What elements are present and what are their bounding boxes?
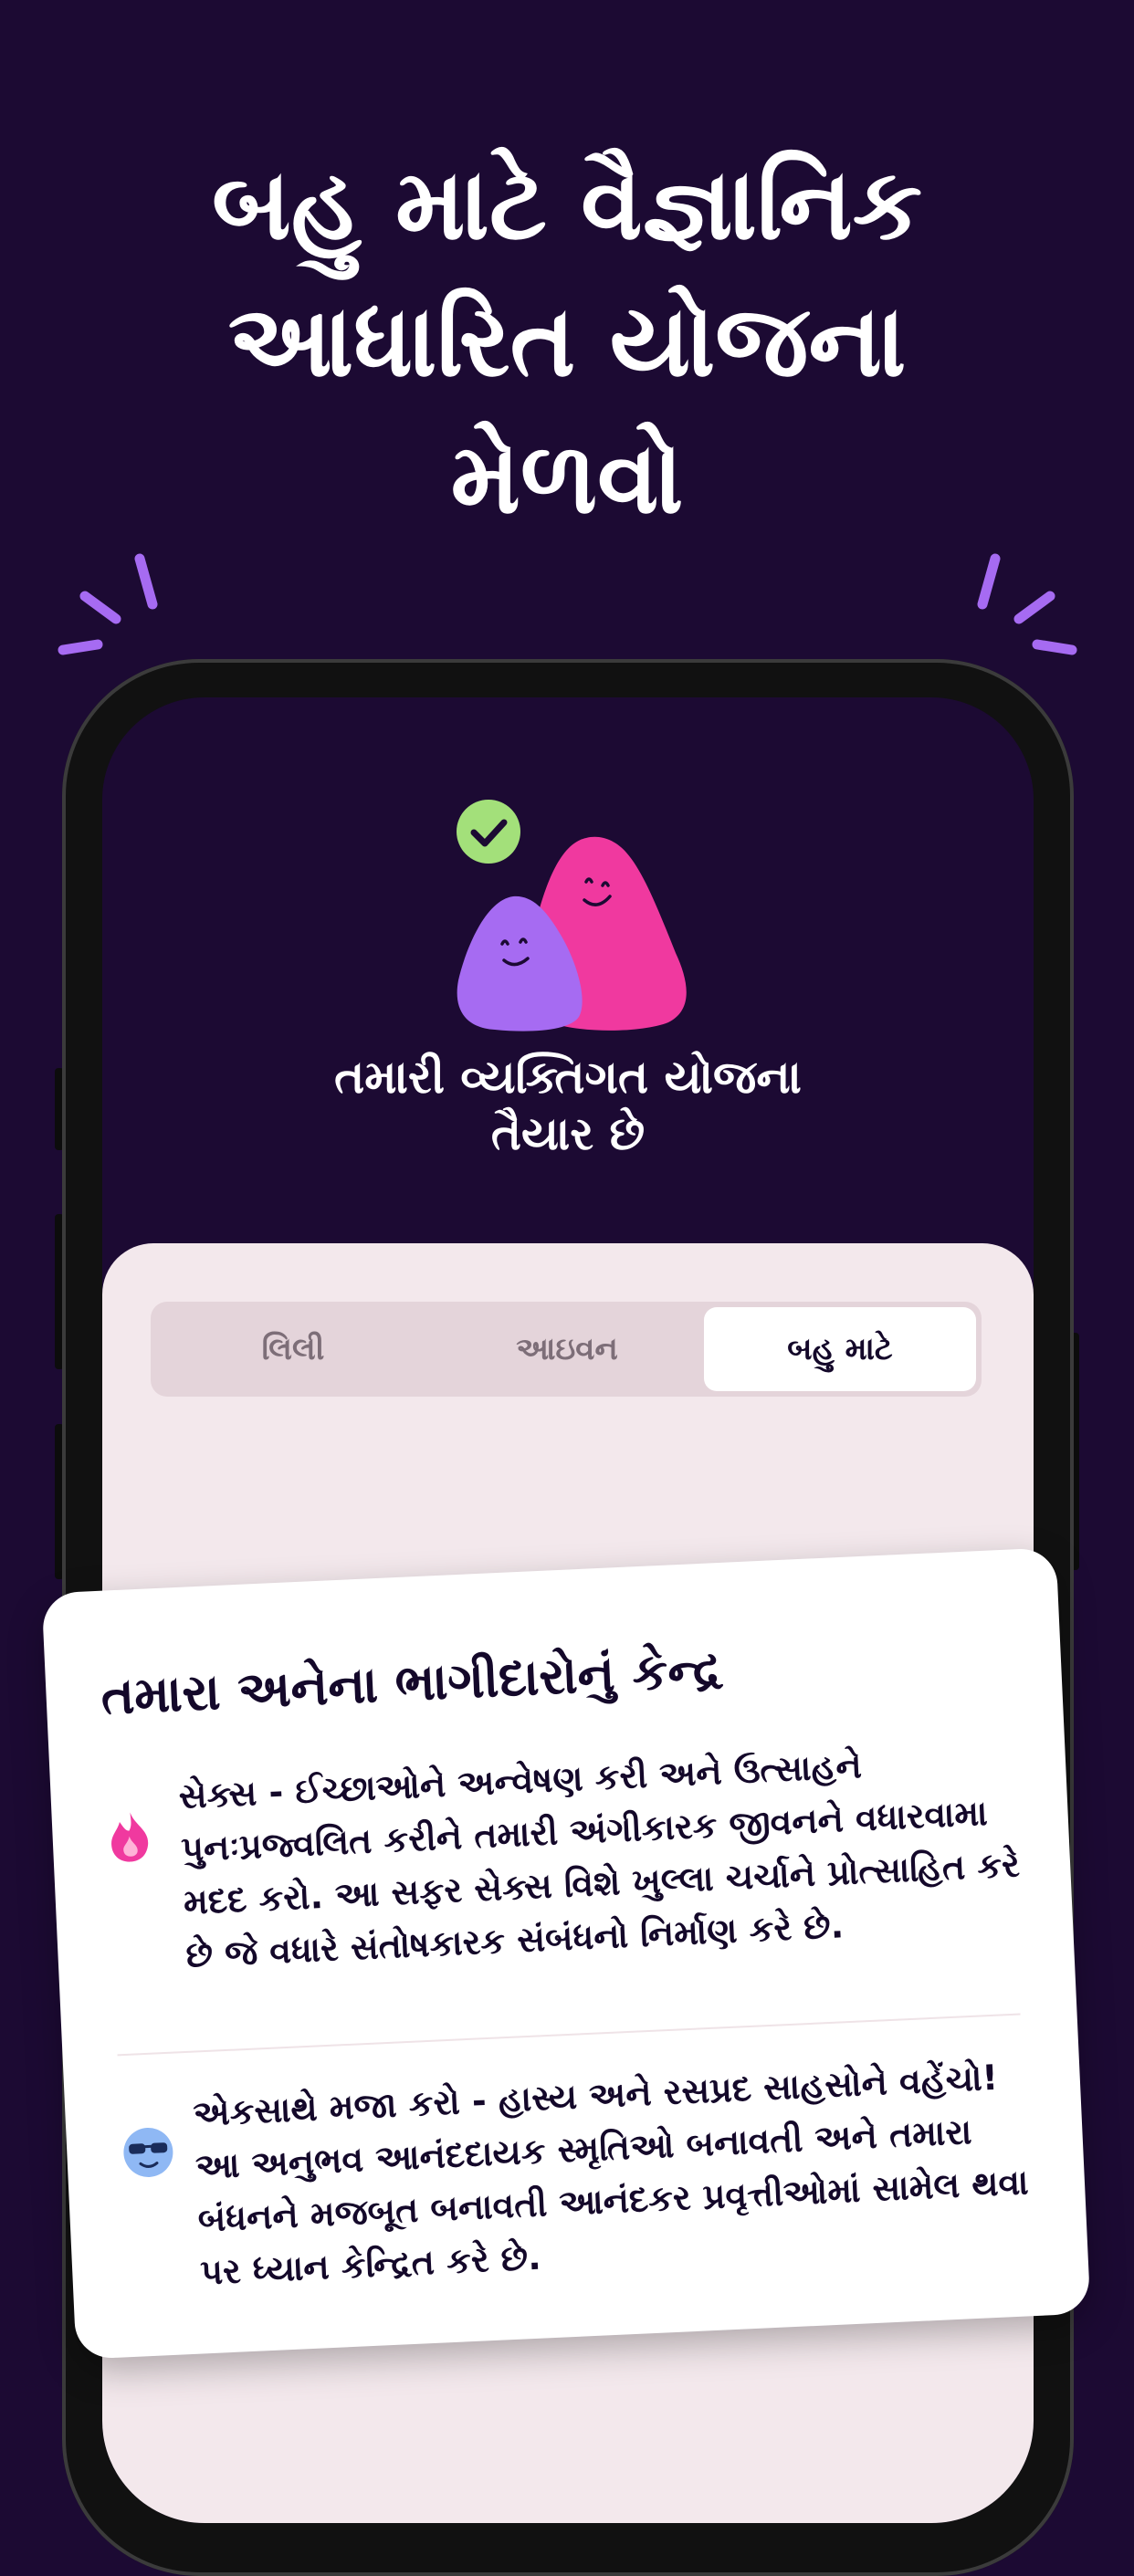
plan-ready-line-1: તમારી વ્યક્તિગત યોજના <box>334 1051 802 1104</box>
left-sparkle-icon <box>58 553 158 655</box>
tab-ivan[interactable]: આઇવન <box>430 1307 704 1391</box>
focus-item-text: સેક્સ - ઈચ્છાઓને અન્વેષણ કરી અને ઉત્સાહન… <box>177 1745 1021 1975</box>
tab-lili[interactable]: લિલી <box>156 1307 430 1391</box>
plan-ready-line-2: તૈયાર છે <box>490 1107 646 1160</box>
card-divider <box>117 2013 1021 2057</box>
focus-item-sex: સેક્સ - ઈચ્છાઓને અન્વેષણ કરી અને ઉત્સાહન… <box>105 1732 1021 1975</box>
plan-tabs: લિલી આઇવન બહુ માટે <box>151 1302 982 1397</box>
check-icon <box>457 800 520 864</box>
headline: બહુ માટે વૈજ્ઞાનિક આધારિત યોજના મેળવો <box>0 137 1134 548</box>
plan-ready-title: તમારી વ્યક્તિગત યોજના તૈયાર છે <box>102 1049 1034 1162</box>
focus-card: તમારા અનેના ભાગીદારોનું કેન્દ્ર સેક્સ - … <box>41 1547 1091 2360</box>
headline-line-2: આધારિત યોજના <box>227 285 907 399</box>
right-sparkle-icon <box>977 553 1077 655</box>
headline-line-3: મેળવો <box>450 422 684 536</box>
headline-line-1: બહુ માટે વૈજ્ઞાનિક <box>212 148 922 262</box>
focus-item-text: એકસાથે મજા કરો - હાસ્ય અને રસપ્રદ સાહસોન… <box>192 2057 1030 2293</box>
tab-for-both[interactable]: બહુ માટે <box>704 1307 976 1391</box>
card-title: તમારા અનેના ભાગીદારોનું કેન્દ્ર <box>100 1639 724 1726</box>
sunglasses-face-icon <box>123 2127 173 2177</box>
mascots-illustration <box>457 800 687 1031</box>
flame-icon <box>111 1812 149 1862</box>
focus-item-fun: એકસાથે મજા કરો - હાસ્ય અને રસપ્રદ સાહસોન… <box>119 2049 1031 2293</box>
